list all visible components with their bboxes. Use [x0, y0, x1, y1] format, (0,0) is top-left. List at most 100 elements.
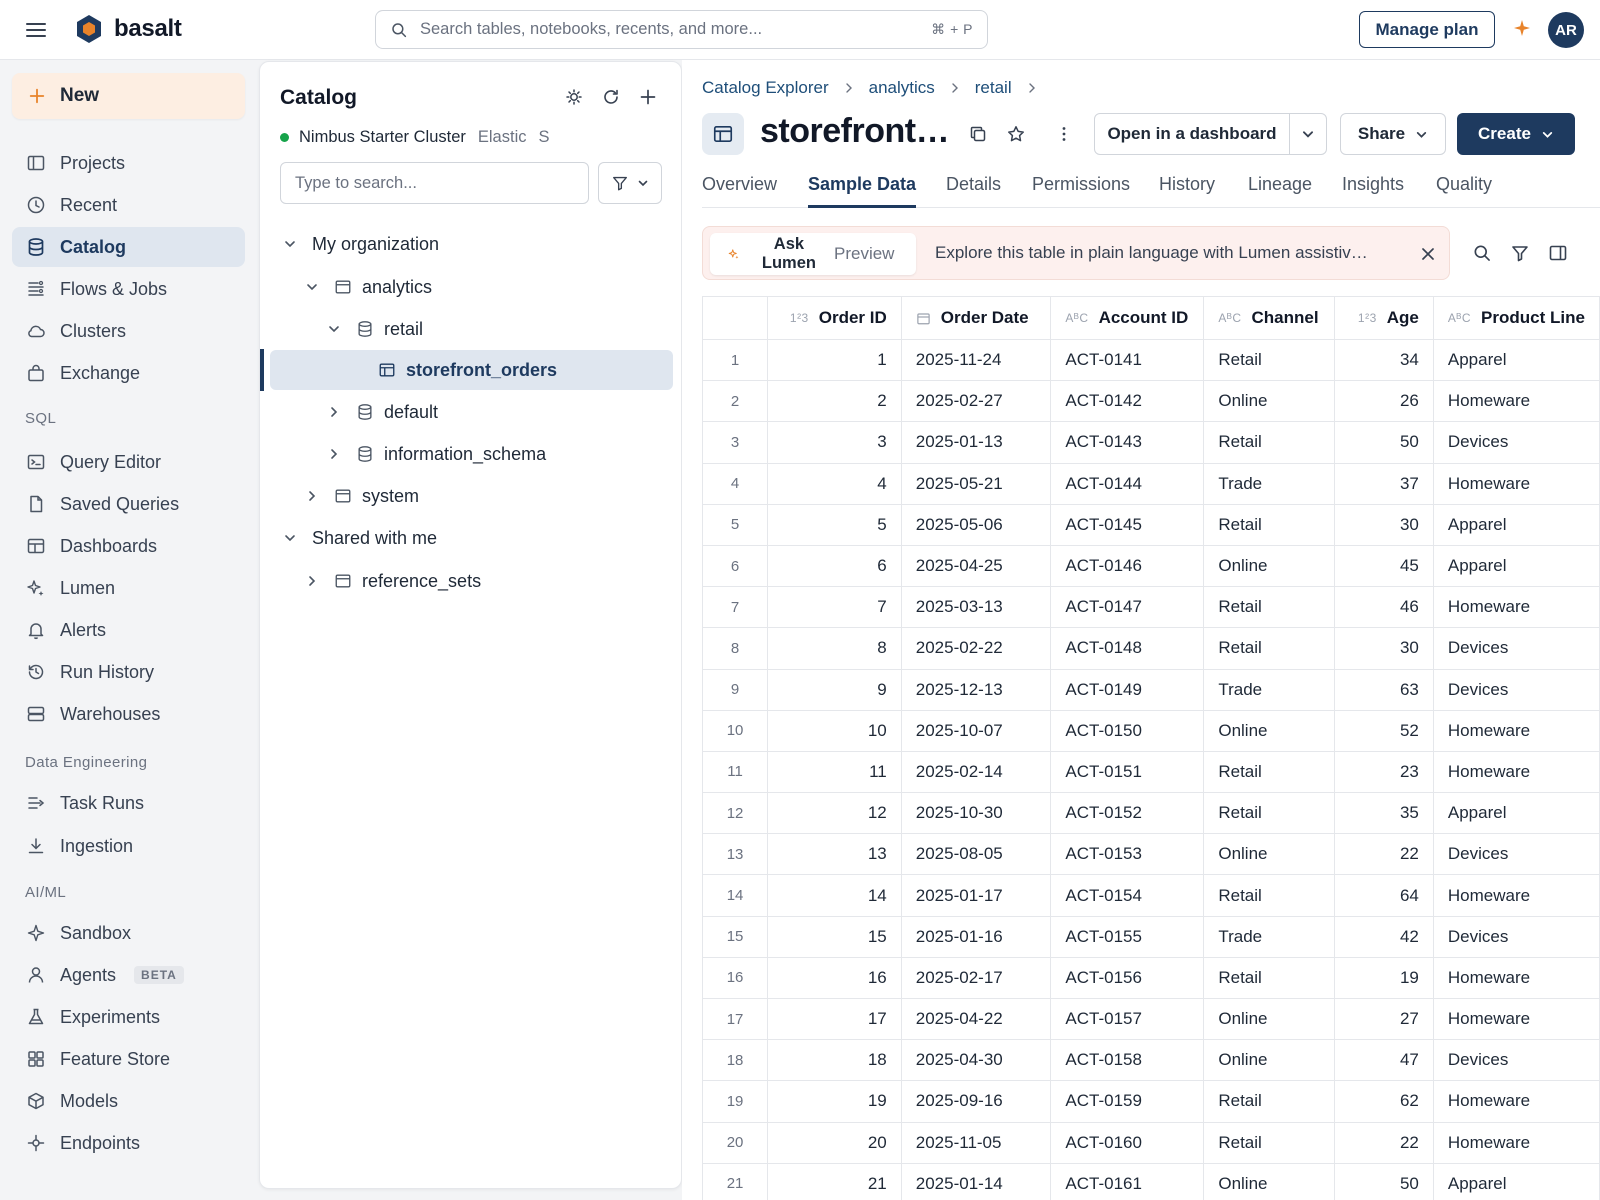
tab-quality[interactable]: Quality: [1436, 166, 1492, 208]
nav-item-ingestion[interactable]: Ingestion: [12, 826, 245, 866]
tab-history[interactable]: History: [1159, 166, 1215, 208]
table-row[interactable]: 3 3 2025-01-13 ACT-0143 Retail 50 Devices: [701, 421, 1600, 464]
search-icon[interactable]: [1472, 243, 1492, 263]
tree-node-system[interactable]: system: [270, 476, 673, 516]
logo[interactable]: basalt: [74, 14, 182, 44]
chevron-down-icon[interactable]: [282, 530, 298, 546]
tab-permissions[interactable]: Permissions: [1032, 166, 1130, 208]
table-row[interactable]: 19 19 2025-09-16 ACT-0159 Retail 62 Homeware: [701, 1080, 1600, 1123]
sun-icon[interactable]: [564, 87, 584, 107]
tree-node-retail[interactable]: retail: [270, 309, 673, 349]
breadcrumb-catalog-explorer[interactable]: Catalog Explorer: [702, 78, 829, 98]
tab-details[interactable]: Details: [946, 166, 1001, 208]
manage-plan-button[interactable]: Manage plan: [1359, 11, 1495, 48]
tree-node-analytics[interactable]: analytics: [270, 267, 673, 307]
new-button[interactable]: New: [12, 73, 245, 119]
nav-item-models[interactable]: Models: [12, 1081, 245, 1121]
column-header-channel[interactable]: AᴮC Channel: [1203, 296, 1336, 340]
nav-item-lumen[interactable]: Lumen: [12, 568, 245, 608]
table-row[interactable]: 15 15 2025-01-16 ACT-0155 Trade 42 Devices: [701, 915, 1600, 958]
tree-node-shared-with-me[interactable]: Shared with me: [270, 518, 673, 558]
table-row[interactable]: 10 10 2025-10-07 ACT-0150 Online 52 Homeware: [701, 709, 1600, 752]
nav-item-task-runs[interactable]: Task Runs: [12, 783, 245, 823]
tree-node-my-organization[interactable]: My organization: [270, 224, 673, 264]
tree-node-reference-sets[interactable]: reference_sets: [270, 561, 673, 601]
nav-item-sandbox[interactable]: Sandbox: [12, 913, 245, 953]
chevron-right-icon[interactable]: [326, 404, 342, 420]
column-header-age[interactable]: 1²3 Age: [1334, 296, 1434, 340]
nav-item-query-editor[interactable]: Query Editor: [12, 442, 245, 482]
table-row[interactable]: 21 21 2025-01-14 ACT-0161 Online 50 Apparel: [701, 1162, 1600, 1200]
open-dashboard-button[interactable]: Open in a dashboard: [1094, 113, 1290, 155]
nav-item-projects[interactable]: Projects: [12, 143, 245, 183]
table-row[interactable]: 1 1 2025-11-24 ACT-0141 Retail 34 Apparel: [701, 338, 1600, 382]
close-icon[interactable]: [1419, 245, 1437, 263]
table-row[interactable]: 6 6 2025-04-25 ACT-0146 Online 45 Apparel: [701, 544, 1600, 588]
table-row[interactable]: 13 13 2025-08-05 ACT-0153 Online 22 Devices: [701, 833, 1600, 876]
column-header-account-id[interactable]: AᴮC Account ID: [1050, 296, 1205, 340]
table-row[interactable]: 9 9 2025-12-13 ACT-0149 Trade 63 Devices: [701, 668, 1600, 711]
nav-item-agents[interactable]: Agents BETA: [12, 955, 245, 995]
chevron-down-icon[interactable]: [282, 236, 298, 252]
more-vertical-icon[interactable]: [1054, 124, 1074, 144]
user-avatar[interactable]: AR: [1548, 12, 1584, 48]
table-row[interactable]: 14 14 2025-01-17 ACT-0154 Retail 64 Homeware: [701, 874, 1600, 917]
tab-sample-data[interactable]: Sample Data: [808, 166, 917, 208]
open-dashboard-dropdown[interactable]: [1289, 113, 1327, 155]
table-row[interactable]: 8 8 2025-02-22 ACT-0148 Retail 30 Devices: [701, 627, 1600, 670]
sparkle-icon[interactable]: [1512, 18, 1532, 38]
catalog-search-input[interactable]: [280, 162, 589, 204]
table-row[interactable]: 7 7 2025-03-13 ACT-0147 Retail 46 Homeware: [701, 586, 1600, 629]
tree-node-storefront-orders[interactable]: storefront_orders: [270, 350, 673, 390]
chevron-down-icon[interactable]: [326, 321, 342, 337]
tree-node-information-schema[interactable]: information_schema: [270, 434, 673, 474]
global-search[interactable]: Search tables, notebooks, recents, and m…: [375, 10, 988, 49]
chevron-right-icon[interactable]: [326, 446, 342, 462]
nav-item-endpoints[interactable]: Endpoints: [12, 1123, 245, 1163]
breadcrumb-analytics[interactable]: analytics: [869, 78, 935, 98]
chevron-down-icon[interactable]: [304, 279, 320, 295]
catalog-filter-button[interactable]: [598, 162, 662, 204]
plus-icon[interactable]: [638, 87, 658, 107]
column-header-order-id[interactable]: 1²3 Order ID: [767, 296, 902, 340]
filter-icon[interactable]: [1510, 243, 1530, 263]
nav-item-saved-queries[interactable]: Saved Queries: [12, 484, 245, 524]
table-row[interactable]: 11 11 2025-02-14 ACT-0151 Retail 23 Homeware: [701, 750, 1600, 794]
nav-item-recent[interactable]: Recent: [12, 185, 245, 225]
tree-node-default[interactable]: default: [270, 392, 673, 432]
nav-item-exchange[interactable]: Exchange: [12, 353, 245, 393]
column-header-order-date[interactable]: Order Date: [900, 296, 1052, 340]
table-row[interactable]: 20 20 2025-11-05 ACT-0160 Retail 22 Homeware: [701, 1121, 1600, 1164]
breadcrumb-retail[interactable]: retail: [975, 78, 1012, 98]
chevron-right-icon[interactable]: [304, 573, 320, 589]
star-icon[interactable]: [1006, 124, 1026, 144]
side-panel-icon[interactable]: [1548, 243, 1568, 263]
nav-item-experiments[interactable]: Experiments: [12, 997, 245, 1037]
nav-item-catalog[interactable]: Catalog: [12, 227, 245, 267]
nav-item-dashboards[interactable]: Dashboards: [12, 526, 245, 566]
tab-lineage[interactable]: Lineage: [1248, 166, 1312, 208]
tab-insights[interactable]: Insights: [1342, 166, 1404, 208]
nav-item-warehouses[interactable]: Warehouses: [12, 694, 245, 734]
table-row[interactable]: 16 16 2025-02-17 ACT-0156 Retail 19 Homeware: [701, 956, 1600, 1000]
copy-icon[interactable]: [968, 124, 988, 144]
table-row[interactable]: 17 17 2025-04-22 ACT-0157 Online 27 Homeware: [701, 997, 1600, 1041]
table-row[interactable]: 18 18 2025-04-30 ACT-0158 Online 47 Devices: [701, 1039, 1600, 1082]
table-row[interactable]: 5 5 2025-05-06 ACT-0145 Retail 30 Apparel: [701, 503, 1600, 546]
column-header-product-line[interactable]: AᴮC Product Line: [1432, 296, 1600, 340]
nav-item-alerts[interactable]: Alerts: [12, 610, 245, 650]
ask-lumen-button[interactable]: Ask Lumen: [710, 233, 822, 275]
refresh-icon[interactable]: [601, 87, 621, 107]
nav-item-feature-store[interactable]: Feature Store: [12, 1039, 245, 1079]
nav-item-run-history[interactable]: Run History: [12, 652, 245, 692]
nav-item-clusters[interactable]: Clusters: [12, 311, 245, 351]
create-button[interactable]: Create: [1457, 113, 1575, 155]
hamburger-menu-icon[interactable]: [24, 18, 48, 42]
table-row[interactable]: 2 2 2025-02-27 ACT-0142 Online 26 Homeware: [701, 380, 1600, 423]
nav-item-flows-jobs[interactable]: Flows & Jobs: [12, 269, 245, 309]
tab-overview[interactable]: Overview: [702, 166, 777, 208]
table-row[interactable]: 4 4 2025-05-21 ACT-0144 Trade 37 Homeware: [701, 462, 1600, 505]
share-button[interactable]: Share: [1340, 113, 1446, 155]
chevron-right-icon[interactable]: [304, 488, 320, 504]
cluster-selector[interactable]: Nimbus Starter Cluster Elastic S: [280, 128, 550, 147]
